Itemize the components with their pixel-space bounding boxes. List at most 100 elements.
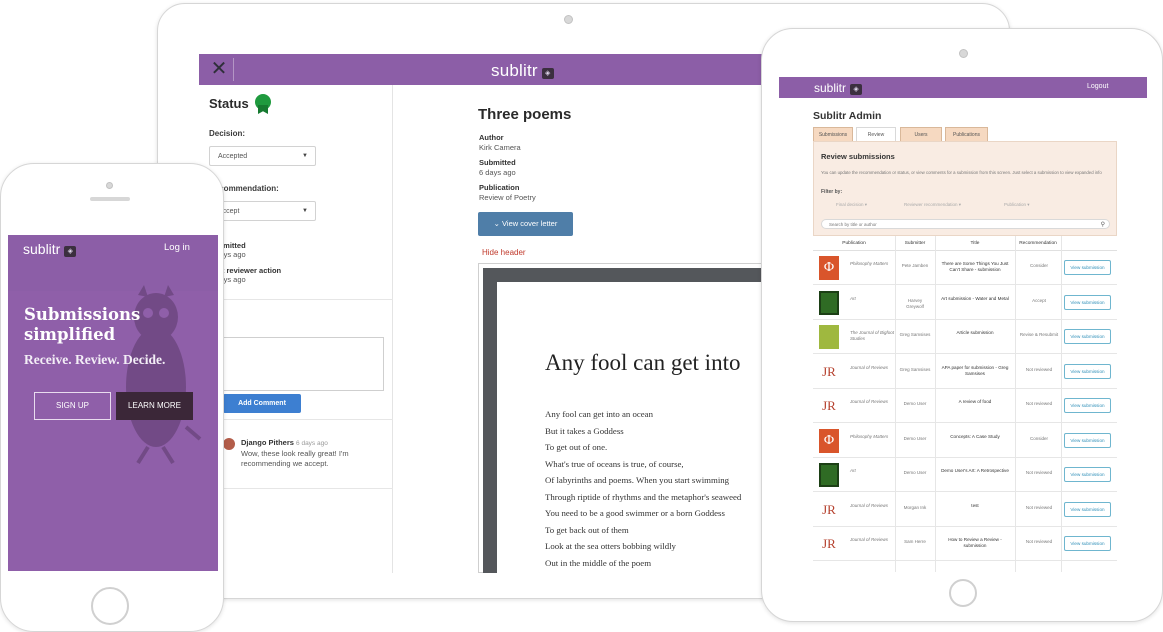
- logout-link[interactable]: Logout: [1087, 83, 1108, 90]
- view-submission-button[interactable]: View submission: [1064, 294, 1111, 310]
- submitted-value: 6 days ago: [479, 168, 516, 177]
- publication-name: The Journal of Bigfoot Studies: [850, 330, 895, 341]
- view-submission-button[interactable]: View submission: [1064, 363, 1111, 379]
- tab-publications[interactable]: Publications: [945, 127, 988, 141]
- phone-device: sublitr ◈ Log in Submissions simplified R…: [0, 163, 224, 632]
- publication-cover-thumbnail: JR: [819, 394, 839, 418]
- search-input[interactable]: Search by title or author ⚲: [821, 219, 1110, 229]
- table-row[interactable]: JR Journal of Reviews Demo User A review of…: [813, 389, 1117, 423]
- publication-cover-thumbnail: JR: [819, 532, 839, 556]
- tab-review[interactable]: Review: [856, 127, 896, 141]
- owl-icon: ◈: [850, 84, 863, 95]
- chevron-down-icon: ⌄: [493, 219, 503, 228]
- add-comment-button[interactable]: Add Comment: [223, 394, 301, 413]
- sign-up-button[interactable]: SIGN UP: [34, 392, 111, 420]
- publication-value: Review of Poetry: [479, 193, 536, 202]
- submission-title: There are Some Things You Just Can't Sha…: [941, 261, 1009, 272]
- submission-title: test: [971, 502, 979, 508]
- recommendation-status: Consider: [1029, 263, 1048, 268]
- table-row[interactable]: JR Journal of Reviews Sam Herre How to Revi…: [813, 527, 1117, 561]
- chevron-down-icon: ▼: [302, 153, 308, 159]
- poem-line: To get out of one.: [545, 442, 608, 452]
- submission-title: Demo User's Art: A Retrospective: [941, 468, 1009, 473]
- close-icon[interactable]: ✕: [207, 59, 231, 81]
- poem-line: Look at the sea otters bobbing wildly: [545, 541, 676, 551]
- publication-name: Journal of Reviews: [850, 537, 889, 542]
- camera-dot: [959, 49, 968, 58]
- view-submission-button[interactable]: View submission: [1064, 398, 1111, 413]
- status-panel: Status Decision: Accepted ▼ Recommendatio…: [199, 85, 393, 573]
- poem-line: What's true of oceans is true, of course…: [545, 458, 684, 469]
- tab-users[interactable]: Users: [900, 127, 942, 141]
- view-submission-button[interactable]: View submission: [1064, 536, 1111, 551]
- publication-name: Philosophy Matters: [850, 433, 889, 439]
- submission-title: A review of food: [958, 399, 992, 404]
- page-title: Sublitr Admin: [813, 110, 882, 122]
- view-submission-button[interactable]: View submission: [1064, 329, 1111, 344]
- publication-name: Philosophy Matters: [850, 261, 889, 266]
- submitter-name: Pete Jamben: [901, 263, 929, 268]
- author-value: Kirk Camera: [479, 143, 521, 152]
- login-link[interactable]: Log in: [164, 242, 190, 253]
- publication-cover-thumbnail: [819, 325, 839, 349]
- filter-final-decision[interactable]: Final decision ▾: [836, 202, 867, 208]
- divider: [199, 419, 393, 420]
- top-bar: sublitr ◈ Logout: [779, 77, 1147, 98]
- admin-screen: sublitr ◈ Logout Sublitr Admin Submission…: [779, 77, 1147, 572]
- comment-item: Django Pithers 6 days ago Wow, these loo…: [241, 438, 389, 469]
- table-row[interactable]: Art Harvey Greywolf Art submission - Water…: [813, 286, 1117, 320]
- divider: [199, 488, 393, 489]
- poem-line: Through riptide of rhythms and the metap…: [545, 491, 742, 502]
- filter-label: Filter by:: [821, 189, 843, 195]
- comment-text: Wow, these look really great! I'm recomm…: [241, 449, 349, 468]
- view-submission-button[interactable]: View submission: [1064, 501, 1111, 517]
- view-submission-button[interactable]: View submission: [1064, 467, 1111, 482]
- hide-header-link[interactable]: Hide header: [482, 248, 526, 257]
- submitter-name: Sam Herre: [904, 539, 926, 544]
- table-row[interactable]: JR Journal of Reviews Morgan Ink test Not re…: [813, 493, 1117, 527]
- submitter-name: Harvey Greywolf: [906, 297, 924, 309]
- search-icon: ⚲: [1100, 222, 1105, 228]
- submitter-name: Morgan Ink: [903, 504, 927, 510]
- status-heading: Status: [209, 96, 249, 111]
- filter-reviewer-recommendation[interactable]: Reviewer recommendation ▾: [904, 202, 961, 208]
- brand-logo: sublitr ◈: [814, 81, 863, 95]
- author-label: Author: [479, 133, 504, 142]
- hero-headline: Submissions simplified: [24, 305, 141, 344]
- table-row[interactable]: Φ Philosophy Matters Pete Jamben There are …: [813, 251, 1117, 285]
- publication-cover-thumbnail: JR: [819, 359, 839, 384]
- panel-title: Review submissions: [821, 152, 895, 161]
- publication-name: Journal of Reviews: [850, 502, 889, 508]
- tab-submissions[interactable]: Submissions: [813, 127, 853, 141]
- comment-textarea[interactable]: [223, 337, 384, 391]
- recommendation-status: Revise & Resubmit: [1019, 332, 1059, 337]
- publication-name: Art: [850, 468, 856, 473]
- submission-title: Article submission: [956, 330, 994, 335]
- learn-more-button[interactable]: LEARN MORE: [116, 392, 193, 420]
- recommendation-status: Accept: [1032, 297, 1046, 303]
- publication-cover-thumbnail: [819, 463, 839, 487]
- home-button[interactable]: [91, 587, 129, 625]
- view-submission-button[interactable]: View submission: [1064, 432, 1111, 448]
- owl-icon: ◈: [541, 68, 554, 79]
- decision-select[interactable]: Accepted ▼: [209, 146, 316, 166]
- table-row[interactable]: Art Demo User Demo User's Art: A Retrospec…: [813, 458, 1117, 492]
- table-row[interactable]: JR Journal of Reviews Greg Samsises APA pap…: [813, 355, 1117, 389]
- view-submission-button[interactable]: View submission: [1064, 260, 1111, 275]
- chevron-down-icon: ▼: [302, 208, 308, 214]
- table-row[interactable]: The Journal of Bigfoot Studies Greg Samsi…: [813, 320, 1117, 354]
- submitter-name: Demo User: [903, 401, 927, 406]
- hero-tagline: Receive. Review. Decide.: [24, 352, 166, 367]
- submitter-name: Demo User: [903, 470, 927, 475]
- submitter-name: Demo User: [903, 435, 927, 441]
- poem-line: Any fool can get into an ocean: [545, 409, 653, 419]
- submission-title: APA paper for submission - Greg Samsises: [941, 364, 1009, 376]
- poem-line: To get back out of them: [545, 524, 629, 535]
- poem-title: Any fool can get into: [545, 350, 741, 375]
- view-cover-letter-button[interactable]: ⌄ View cover letter: [478, 212, 573, 236]
- filter-publication[interactable]: Publication ▾: [1004, 202, 1030, 208]
- table-row[interactable]: Φ Philosophy Matters Demo User Concepts: A …: [813, 424, 1117, 458]
- home-button[interactable]: [949, 579, 977, 607]
- recommendation-select[interactable]: Accept ▼: [209, 201, 316, 221]
- avatar: [223, 438, 235, 450]
